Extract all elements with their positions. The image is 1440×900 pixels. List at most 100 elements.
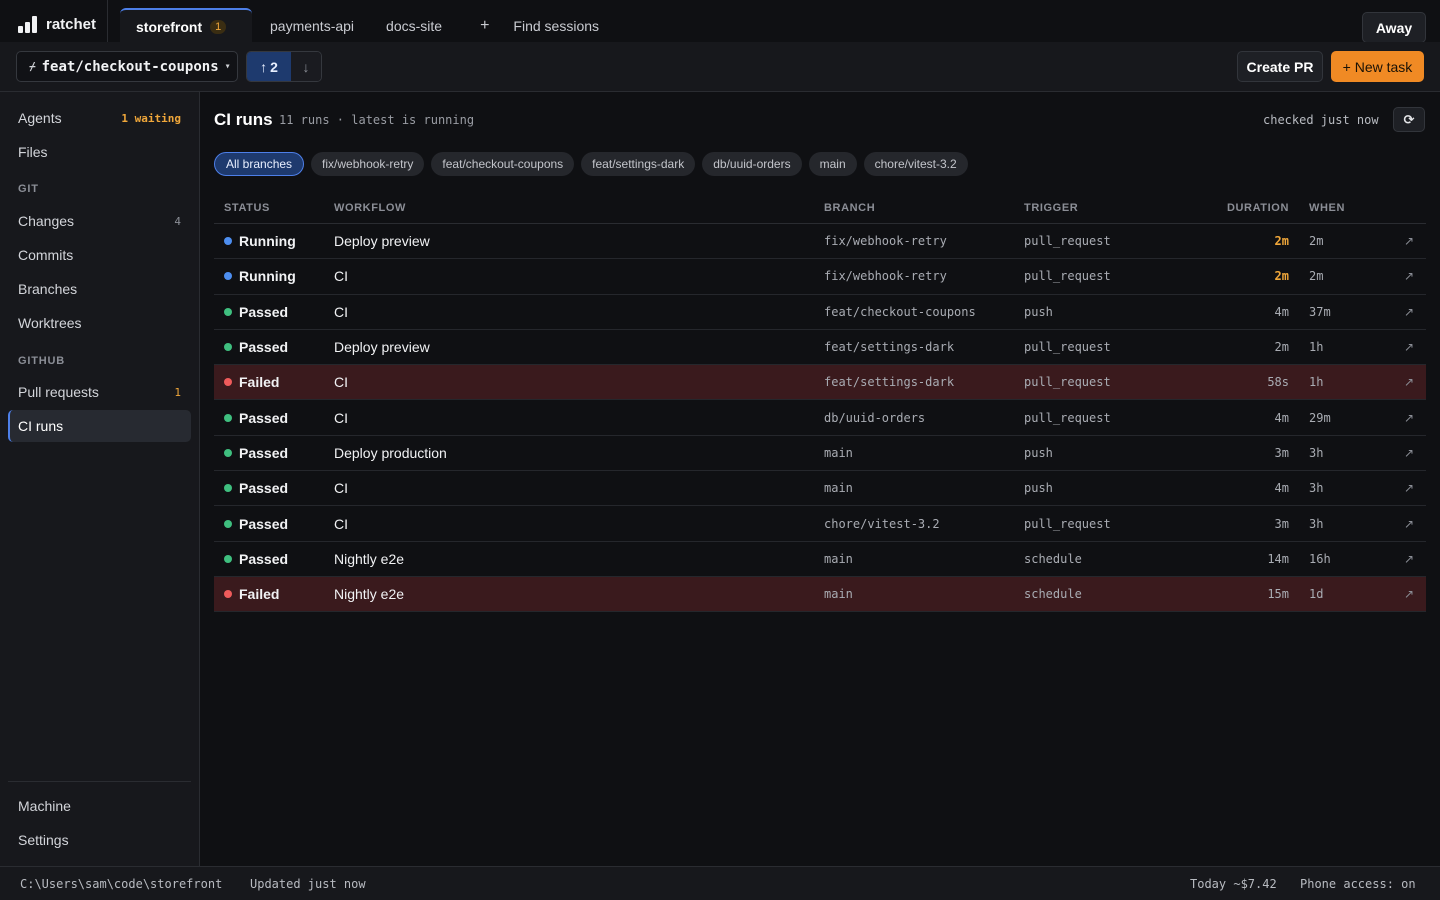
sidebar-item-label: Agents xyxy=(18,110,62,126)
filter-chip[interactable]: chore/vitest-3.2 xyxy=(863,152,968,176)
runs-summary: 11 runs · latest is running xyxy=(279,113,475,127)
sidebar-item-label: Branches xyxy=(18,281,78,297)
run-duration: 4m xyxy=(1274,304,1289,319)
phone-access-status[interactable]: Phone access: on xyxy=(1300,877,1416,891)
tab-label: storefront xyxy=(136,19,203,35)
run-workflow: CI xyxy=(334,409,348,426)
sidebar-item-branches[interactable]: Branches xyxy=(8,273,191,305)
run-when: 2m xyxy=(1309,269,1324,284)
sidebar-item-worktrees[interactable]: Worktrees xyxy=(8,307,191,339)
external-link-icon[interactable]: ↗ xyxy=(1369,375,1426,389)
run-branch: main xyxy=(824,445,853,460)
sidebar-item-files[interactable]: Files xyxy=(8,136,191,168)
external-link-icon[interactable]: ↗ xyxy=(1369,517,1426,531)
run-when: 3h xyxy=(1309,516,1324,531)
branch-selector[interactable]: ⌿ feat/checkout-coupons ▾ xyxy=(16,51,238,82)
sidebar-item-changes[interactable]: Changes 4 xyxy=(8,205,191,237)
sidebar-item-ci-runs[interactable]: CI runs xyxy=(8,410,191,442)
add-tab-button[interactable]: + xyxy=(470,17,499,35)
sidebar-item-label: Commits xyxy=(18,247,74,263)
external-link-icon[interactable]: ↗ xyxy=(1369,587,1426,601)
chevron-down-icon: ▾ xyxy=(224,61,231,72)
external-link-icon[interactable]: ↗ xyxy=(1369,269,1426,283)
ahead-count: 2 xyxy=(270,58,278,75)
filter-chip[interactable]: db/uuid-orders xyxy=(702,152,802,176)
tab-payments-api[interactable]: payments-api xyxy=(254,8,370,44)
run-branch: db/uuid-orders xyxy=(824,410,926,425)
find-sessions-button[interactable]: Find sessions xyxy=(513,18,599,34)
run-branch: feat/settings-dark xyxy=(824,375,955,390)
sidebar-item-commits[interactable]: Commits xyxy=(8,239,191,271)
run-trigger: pull_request xyxy=(1024,269,1111,284)
run-workflow: CI xyxy=(334,374,348,391)
push-button[interactable]: ↑ 2 xyxy=(247,52,291,81)
run-trigger: pull_request xyxy=(1024,516,1111,531)
create-pr-button[interactable]: Create PR xyxy=(1237,51,1323,82)
new-task-button[interactable]: + New task xyxy=(1331,51,1424,82)
status-label: Passed xyxy=(239,515,289,532)
away-button[interactable]: Away xyxy=(1362,12,1426,43)
table-row[interactable]: Failed CI feat/settings-dark pull_request 58… xyxy=(214,365,1426,401)
sidebar: Agents 1 waiting Files GIT Changes 4 Com… xyxy=(0,92,200,866)
sidebar-section-github: GITHUB xyxy=(18,355,65,367)
sidebar-section-git: GIT xyxy=(18,183,39,195)
app-logo[interactable]: ratchet xyxy=(0,0,108,48)
filter-chip[interactable]: fix/webhook-retry xyxy=(311,152,425,176)
filter-chip[interactable]: feat/settings-dark xyxy=(581,152,696,176)
status-label: Passed xyxy=(239,444,289,461)
tab-storefront[interactable]: storefront 1 xyxy=(120,8,252,44)
table-row[interactable]: Passed Nightly e2e main schedule 14m 16h ↗ xyxy=(214,542,1426,577)
run-trigger: push xyxy=(1024,481,1053,496)
tab-label: docs-site xyxy=(386,18,443,34)
status-label: Passed xyxy=(239,303,289,320)
table-row[interactable]: Passed CI main push 4m 3h ↗ xyxy=(214,471,1426,507)
sidebar-item-label: Changes xyxy=(18,213,75,229)
external-link-icon[interactable]: ↗ xyxy=(1369,552,1426,566)
table-row[interactable]: Passed CI db/uuid-orders pull_request 4m 29m ↗ xyxy=(214,400,1426,436)
column-status[interactable]: STATUS xyxy=(214,202,334,214)
run-workflow: Deploy production xyxy=(334,444,447,461)
table-row[interactable]: Failed Nightly e2e main schedule 15m 1d ↗ xyxy=(214,576,1426,613)
external-link-icon[interactable]: ↗ xyxy=(1369,340,1426,354)
column-trigger[interactable]: TRIGGER xyxy=(1024,202,1194,214)
branch-toolbar: ⌿ feat/checkout-coupons ▾ ↑ 2 ↓ Create P… xyxy=(0,42,1440,92)
status-label: Passed xyxy=(239,409,289,426)
top-tab-bar: ratchet storefront 1 payments-api docs-s… xyxy=(0,0,1440,48)
column-branch[interactable]: BRANCH xyxy=(824,202,1024,214)
table-row[interactable]: Passed CI chore/vitest-3.2 pull_request 3m 3h… xyxy=(214,506,1426,542)
run-duration: 15m xyxy=(1267,587,1289,602)
table-row[interactable]: Running CI fix/webhook-retry pull_request 2m… xyxy=(214,259,1426,295)
tab-docs-site[interactable]: docs-site xyxy=(370,8,458,44)
filter-chip[interactable]: feat/checkout-coupons xyxy=(431,152,575,176)
external-link-icon[interactable]: ↗ xyxy=(1369,234,1426,248)
external-link-icon[interactable]: ↗ xyxy=(1369,446,1426,460)
refresh-button[interactable]: ⟳ xyxy=(1393,107,1425,132)
external-link-icon[interactable]: ↗ xyxy=(1369,481,1426,495)
run-status: Failed xyxy=(214,374,334,390)
status-label: Running xyxy=(239,268,296,285)
pull-button[interactable]: ↓ xyxy=(291,52,321,81)
status-label: Failed xyxy=(239,374,280,391)
sidebar-item-machine[interactable]: Machine xyxy=(8,790,191,822)
status-dot-icon xyxy=(224,484,232,493)
table-row[interactable]: Passed Deploy preview feat/settings-dark pu… xyxy=(214,330,1426,366)
status-dot-icon xyxy=(224,272,232,281)
external-link-icon[interactable]: ↗ xyxy=(1369,411,1426,425)
run-when: 1h xyxy=(1309,340,1324,355)
column-duration[interactable]: DURATION xyxy=(1194,202,1289,214)
table-row[interactable]: Passed CI feat/checkout-coupons push 4m 37m ↗ xyxy=(214,295,1426,330)
filter-chip[interactable]: main xyxy=(808,152,857,176)
sidebar-item-agents[interactable]: Agents 1 waiting xyxy=(8,102,191,134)
table-row[interactable]: Passed Deploy production main push 3m 3h ↗ xyxy=(214,436,1426,472)
filter-chip[interactable]: All branches xyxy=(214,152,305,176)
sidebar-item-settings[interactable]: Settings xyxy=(8,824,191,856)
table-row[interactable]: Running Deploy preview fix/webhook-retry pu… xyxy=(214,224,1426,260)
column-when[interactable]: WHEN xyxy=(1289,202,1369,214)
column-workflow[interactable]: WORKFLOW xyxy=(334,202,824,214)
sidebar-item-pull-requests[interactable]: Pull requests 1 xyxy=(8,376,191,408)
run-duration: 3m xyxy=(1274,445,1289,460)
run-duration: 2m xyxy=(1274,269,1289,284)
today-cost: Today ~$7.42 xyxy=(1190,877,1277,891)
external-link-icon[interactable]: ↗ xyxy=(1369,305,1426,319)
status-dot-icon xyxy=(224,343,232,352)
